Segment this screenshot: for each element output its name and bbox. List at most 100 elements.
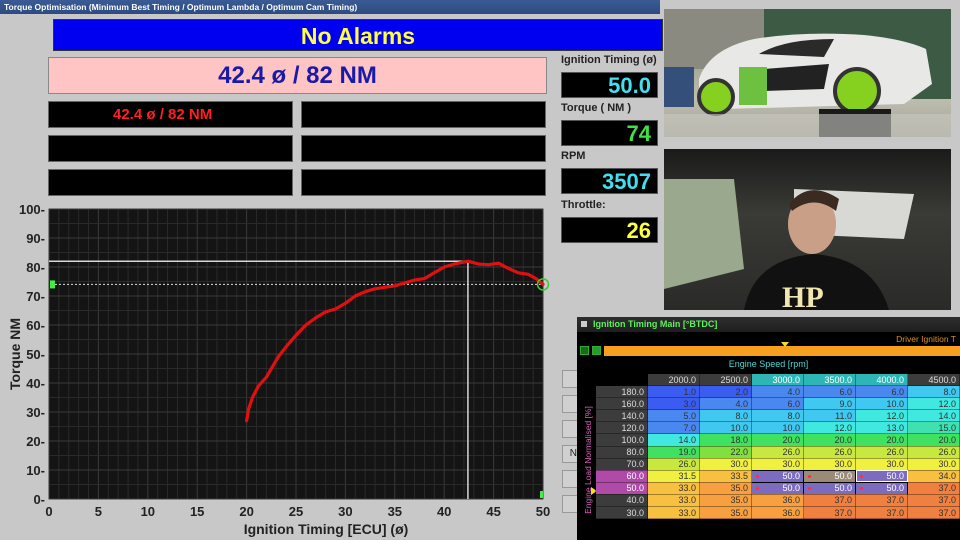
table-row: 50.0 33.0 35.0 50.0 50.0 50.0 37.0	[595, 481, 960, 495]
table-cell[interactable]: 3.0	[647, 397, 700, 411]
rpm-column-header[interactable]: 4000.0	[855, 372, 908, 387]
next-table-icon[interactable]	[592, 346, 601, 355]
table-cell[interactable]: 30.0	[907, 457, 960, 471]
load-row-header[interactable]: 160.0	[595, 397, 648, 411]
table-cell[interactable]: 6.0	[855, 385, 908, 399]
table-cell[interactable]: 26.0	[647, 457, 700, 471]
load-row-header[interactable]: 30.0	[595, 506, 648, 520]
table-cell[interactable]: 37.0	[907, 493, 960, 508]
load-row-header[interactable]: 120.0	[595, 421, 648, 435]
table-cell[interactable]: 33.5	[699, 469, 752, 483]
table-cell[interactable]: 14.0	[647, 433, 700, 447]
table-cell[interactable]: 2.0	[699, 385, 752, 399]
rpm-column-header[interactable]: 3500.0	[803, 372, 856, 387]
table-cell[interactable]: 10.0	[699, 421, 752, 435]
table-cell[interactable]: 26.0	[907, 445, 960, 459]
cell-value: 35.0	[730, 483, 748, 494]
table-cell[interactable]: 31.5	[647, 469, 700, 483]
driver-camera-feed: HP	[664, 149, 951, 310]
table-cell[interactable]: 26.0	[751, 445, 804, 459]
load-row-header[interactable]: 100.0	[595, 433, 648, 447]
table-cell[interactable]: 34.0	[907, 469, 960, 483]
x-position-marker	[540, 491, 543, 498]
driver-ignition-trim-bar[interactable]	[604, 342, 960, 356]
rpm-column-header[interactable]: 2500.0	[699, 372, 752, 387]
cell-value: 22.0	[730, 447, 748, 458]
table-cell[interactable]: 36.0	[751, 493, 804, 508]
table-cell[interactable]: 20.0	[751, 433, 804, 447]
table-cell[interactable]: 9.0	[803, 397, 856, 411]
table-cell[interactable]: 8.0	[907, 385, 960, 399]
table-cell[interactable]: 33.0	[647, 493, 700, 508]
load-row-header[interactable]: 140.0	[595, 409, 648, 423]
table-cell[interactable]: 19.0	[647, 445, 700, 459]
table-cell[interactable]: 15.0	[907, 421, 960, 435]
table-cell[interactable]: 37.0	[803, 493, 856, 508]
table-cell[interactable]: 4.0	[699, 397, 752, 411]
table-cell[interactable]: 30.0	[855, 457, 908, 471]
cell-value: 14.0	[938, 410, 956, 421]
table-cell[interactable]: 33.0	[647, 506, 700, 520]
table-cell[interactable]: 30.0	[803, 457, 856, 471]
side-button-5[interactable]	[562, 470, 578, 488]
table-cell[interactable]: 50.0	[855, 481, 908, 495]
side-button-3[interactable]	[562, 420, 578, 438]
side-button-1[interactable]	[562, 370, 578, 388]
rpm-column-header[interactable]: 4500.0	[907, 372, 960, 387]
cell-value: 1.0	[683, 386, 696, 397]
rpm-column-header[interactable]: 3000.0	[751, 372, 804, 387]
load-row-header[interactable]: 180.0	[595, 385, 648, 399]
table-cell[interactable]: 22.0	[699, 445, 752, 459]
table-cell[interactable]: 37.0	[803, 506, 856, 520]
table-cell[interactable]: 8.0	[751, 409, 804, 423]
table-cell[interactable]: 50.0	[751, 469, 804, 483]
table-cell[interactable]: 33.0	[647, 481, 700, 495]
prev-table-icon[interactable]	[580, 346, 589, 355]
table-cell[interactable]: 35.0	[699, 493, 752, 508]
load-row-header[interactable]: 40.0	[595, 493, 648, 508]
table-cell[interactable]: 26.0	[803, 445, 856, 459]
table-cell[interactable]: 36.0	[751, 506, 804, 520]
table-cell[interactable]: 20.0	[855, 433, 908, 447]
table-cell[interactable]: 37.0	[907, 481, 960, 495]
table-cell[interactable]: 12.0	[803, 421, 856, 435]
table-cell[interactable]: 50.0	[855, 469, 908, 483]
table-cell[interactable]: 50.0	[803, 469, 856, 483]
table-cell[interactable]: 6.0	[751, 397, 804, 411]
table-cell[interactable]: 20.0	[907, 433, 960, 447]
table-cell[interactable]: 12.0	[907, 397, 960, 411]
table-cell[interactable]: 14.0	[907, 409, 960, 423]
table-cell[interactable]: 13.0	[855, 421, 908, 435]
table-cell[interactable]: 1.0	[647, 385, 700, 399]
load-row-header[interactable]: 70.0	[595, 457, 648, 471]
table-cell[interactable]: 6.0	[803, 385, 856, 399]
table-cell[interactable]: 30.0	[751, 457, 804, 471]
table-cell[interactable]: 30.0	[699, 457, 752, 471]
table-cell[interactable]: 20.0	[803, 433, 856, 447]
table-cell[interactable]: 8.0	[699, 409, 752, 423]
table-cell[interactable]: 37.0	[855, 506, 908, 520]
table-cell[interactable]: 7.0	[647, 421, 700, 435]
table-cell[interactable]: 18.0	[699, 433, 752, 447]
load-row-header[interactable]: 50.0	[595, 481, 648, 495]
table-cell[interactable]: 11.0	[803, 409, 856, 423]
table-cell[interactable]: 50.0	[751, 481, 804, 495]
table-cell[interactable]: 26.0	[855, 445, 908, 459]
side-button-4[interactable]: N	[562, 445, 578, 463]
table-cell[interactable]: 35.0	[699, 506, 752, 520]
table-cell[interactable]: 5.0	[647, 409, 700, 423]
table-cell[interactable]: 35.0	[699, 481, 752, 495]
table-cell[interactable]: 4.0	[751, 385, 804, 399]
load-row-header[interactable]: 60.0	[595, 469, 648, 483]
table-cell[interactable]: 12.0	[855, 409, 908, 423]
side-button-2[interactable]	[562, 395, 578, 413]
table-cell[interactable]: 10.0	[751, 421, 804, 435]
rpm-column-header[interactable]: 2000.0	[647, 372, 700, 387]
side-button-6[interactable]	[562, 495, 578, 513]
panel-collapse-icon[interactable]	[581, 321, 587, 327]
table-cell[interactable]: 37.0	[907, 506, 960, 520]
table-cell[interactable]: 37.0	[855, 493, 908, 508]
table-cell[interactable]: 10.0	[855, 397, 908, 411]
table-cell[interactable]: 50.0	[803, 481, 856, 495]
load-row-header[interactable]: 80.0	[595, 445, 648, 459]
